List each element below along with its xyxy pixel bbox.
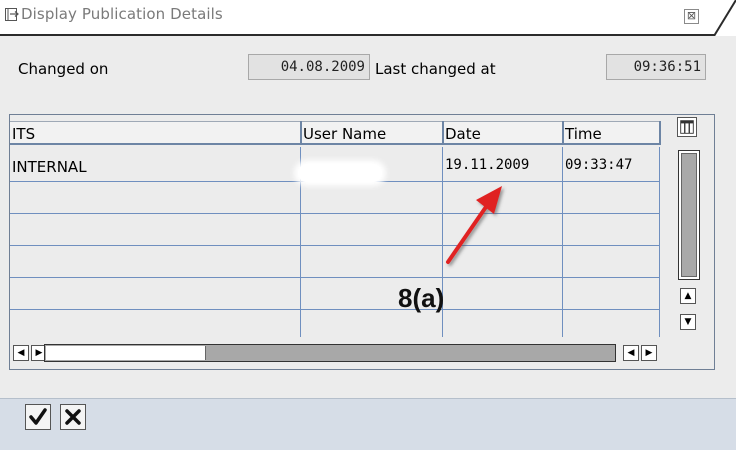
title-bar: Display Publication Details ⊠ — [0, 0, 736, 36]
row-line — [10, 245, 660, 246]
checkmark-icon — [29, 408, 47, 425]
arrow-down-icon[interactable]: ▼ — [680, 314, 696, 330]
annotation-arrow — [446, 186, 502, 264]
row-line — [10, 213, 660, 214]
arrow-up-icon[interactable]: ▲ — [680, 288, 696, 304]
arrow-right-icon[interactable]: ▶ — [641, 345, 657, 361]
column-header-user-name[interactable]: User Name — [301, 121, 443, 145]
redacted-user-name — [298, 164, 382, 182]
column-divider — [562, 121, 564, 145]
close-button[interactable]: ⊠ — [684, 9, 699, 24]
column-settings-icon[interactable] — [677, 117, 697, 137]
row-line — [10, 309, 660, 310]
column-divider — [659, 121, 661, 145]
vertical-scroll-thumb[interactable] — [681, 153, 697, 277]
cross-icon — [65, 409, 81, 425]
column-header-time[interactable]: Time — [563, 121, 661, 145]
last-changed-label: Last changed at — [375, 60, 496, 78]
cell-time[interactable]: 09:33:47 — [563, 149, 659, 181]
changed-on-label: Changed on — [18, 60, 109, 78]
changed-on-field: 04.08.2009 — [248, 54, 370, 80]
title-bar-corner — [714, 0, 736, 36]
title-bar-border — [0, 34, 715, 36]
window-title: Display Publication Details — [21, 5, 223, 23]
dialog-footer — [0, 398, 736, 450]
arrow-left-icon[interactable]: ◀ — [623, 345, 639, 361]
cell-its[interactable]: INTERNAL — [10, 151, 300, 183]
column-divider — [442, 121, 444, 145]
last-changed-field: 09:36:51 — [606, 54, 706, 80]
confirm-button[interactable] — [25, 404, 51, 430]
horizontal-scroll-thumb[interactable] — [46, 346, 206, 360]
cancel-button[interactable] — [60, 404, 86, 430]
cell-date[interactable]: 19.11.2009 — [443, 149, 562, 181]
column-divider — [300, 121, 302, 145]
column-header-date[interactable]: Date — [443, 121, 563, 145]
window-menu-icon[interactable] — [5, 8, 19, 22]
arrow-left-icon[interactable]: ◀ — [13, 345, 29, 361]
row-line — [10, 277, 660, 278]
dialog-window: Display Publication Details ⊠ Changed on… — [0, 0, 736, 450]
column-header-its[interactable]: ITS — [10, 121, 301, 145]
annotation-label: 8(a) — [398, 283, 445, 313]
